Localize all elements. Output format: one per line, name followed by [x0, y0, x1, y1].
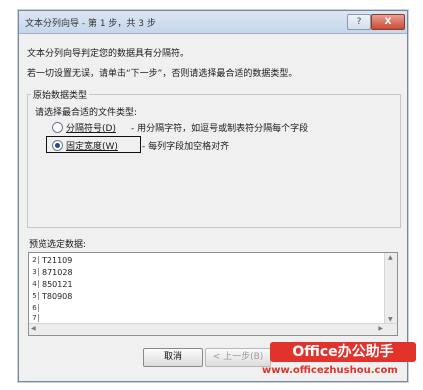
- preview-label: 预览选定数据:: [29, 240, 87, 250]
- row-number: 4: [31, 280, 39, 288]
- radio-delimited[interactable]: [52, 122, 63, 133]
- option-delimited-label[interactable]: 分隔符号(D): [66, 121, 116, 134]
- radio-selected-dot: [55, 143, 60, 148]
- row-number: 7: [31, 314, 39, 322]
- preview-vertical-scrollbar[interactable]: ▲ ▼: [384, 253, 397, 324]
- text-to-columns-dialog: 文本分列向导 - 第 1 步，共 3 步 ? X 文本分列向导判定您的数据具有分…: [18, 10, 408, 382]
- title-bar: 文本分列向导 - 第 1 步，共 3 步 ? X: [19, 11, 407, 34]
- preview-row: T80908: [42, 292, 73, 301]
- preview-row: 871028: [42, 268, 73, 277]
- option-fixed-width-label[interactable]: 固定宽度(W): [66, 139, 118, 152]
- preview-row: T21109: [42, 256, 73, 265]
- intro-line-2: 若一切设置无误，请单击“下一步”，否则请选择最合适的数据类型。: [27, 69, 298, 79]
- option-fixed-width-desc: - 每列字段加空格对齐: [142, 142, 230, 152]
- group-title: 原始数据类型: [31, 88, 90, 101]
- close-button[interactable]: X: [371, 14, 405, 30]
- scroll-left-icon[interactable]: ◀: [31, 325, 36, 332]
- option-delimited-desc: - 用分隔字符，如逗号或制表符分隔每个字段: [131, 124, 309, 134]
- scroll-up-icon[interactable]: ▲: [388, 254, 393, 261]
- scroll-right-icon[interactable]: ▶: [378, 325, 383, 332]
- radio-fixed-width[interactable]: [52, 140, 63, 151]
- row-number: 6: [31, 304, 39, 312]
- row-number: 5: [31, 292, 39, 300]
- dialog-title: 文本分列向导 - 第 1 步，共 3 步: [25, 19, 156, 29]
- watermark-url: www.officezhushou.com: [262, 365, 398, 376]
- preview-horizontal-scrollbar[interactable]: ◀ ▶: [29, 323, 397, 335]
- cancel-button[interactable]: 取消: [143, 348, 203, 367]
- preview-row: 850121: [42, 280, 73, 289]
- group-prompt: 请选择最合适的文件类型:: [35, 108, 138, 118]
- row-number: 2: [31, 256, 39, 264]
- intro-line-1: 文本分列向导判定您的数据具有分隔符。: [27, 49, 190, 59]
- row-number: 3: [31, 268, 39, 276]
- scroll-down-icon[interactable]: ▼: [388, 316, 393, 323]
- data-preview-box[interactable]: 2 T21109 3 871028 4 850121 5 T80908 6 7 …: [28, 252, 398, 336]
- help-button[interactable]: ?: [347, 14, 371, 30]
- watermark-brand: Office办公助手: [270, 342, 416, 362]
